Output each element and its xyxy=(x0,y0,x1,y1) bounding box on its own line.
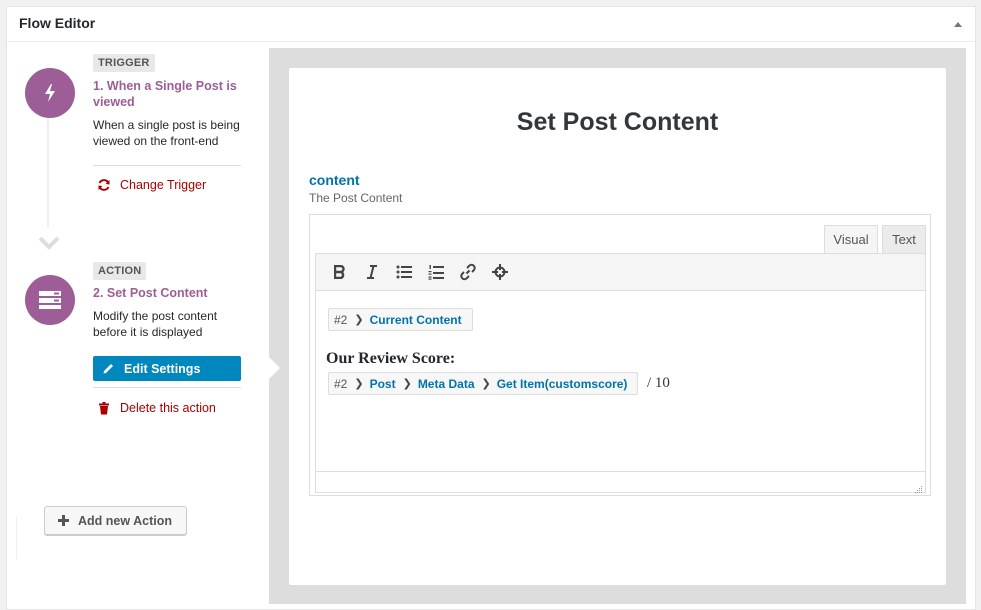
token-segment: Current Content xyxy=(369,312,462,327)
flow-connector-line-bottom xyxy=(16,517,17,559)
divider xyxy=(93,165,241,166)
tab-visual[interactable]: Visual xyxy=(824,225,878,254)
review-score-label: Our Review Score: xyxy=(326,350,456,367)
pencil-icon xyxy=(101,362,115,376)
content-editor: Visual Text #2 ❯ Current Content Our Rev… xyxy=(309,214,931,496)
change-trigger-label: Change Trigger xyxy=(120,178,207,192)
chevron-right-icon: ❯ xyxy=(481,378,491,390)
editor-box: #2 ❯ Current Content Our Review Score: #… xyxy=(315,253,926,493)
current-content-token[interactable]: #2 ❯ Current Content xyxy=(328,308,473,331)
token-segment: Get Item(customscore) xyxy=(496,376,628,391)
trash-icon xyxy=(97,401,111,415)
refresh-icon xyxy=(97,178,111,192)
editor-toolbar xyxy=(316,254,925,291)
edit-settings-label: Edit Settings xyxy=(124,361,201,376)
bullet-list-button[interactable] xyxy=(390,258,418,286)
action-description: Modify the post content before it is dis… xyxy=(93,309,218,339)
custom-score-token[interactable]: #2 ❯ Post ❯ Meta Data ❯ Get Item(customs… xyxy=(328,372,639,395)
chevron-right-icon: ❯ xyxy=(354,378,364,390)
token-step-number: #2 xyxy=(334,312,348,327)
plus-icon xyxy=(57,515,69,527)
change-trigger-link[interactable]: Change Trigger xyxy=(97,178,206,192)
add-new-action-button[interactable]: Add new Action xyxy=(44,506,187,535)
settings-title: Set Post Content xyxy=(516,108,719,136)
lightning-icon xyxy=(25,68,75,118)
italic-button[interactable] xyxy=(358,258,386,286)
token-segment: Post xyxy=(369,376,396,391)
move-button[interactable] xyxy=(486,258,514,286)
chevron-right-icon: ❯ xyxy=(354,314,364,326)
triangle-up-icon[interactable] xyxy=(951,17,965,31)
divider xyxy=(93,387,241,388)
action-tag: ACTION xyxy=(93,262,147,280)
trigger-tag: TRIGGER xyxy=(93,54,155,72)
score-suffix: / 10 xyxy=(647,375,670,391)
content-field-description: The Post Content xyxy=(309,191,403,205)
add-new-action-label: Add new Action xyxy=(78,513,172,528)
settings-pointer xyxy=(269,357,280,379)
action-title: 2. Set Post Content xyxy=(93,286,208,300)
trigger-description: When a single post is being viewed on th… xyxy=(93,118,240,148)
chevron-down-icon xyxy=(38,236,60,255)
link-button[interactable] xyxy=(454,258,482,286)
flow-connector-line xyxy=(47,117,49,227)
delete-action-label: Delete this action xyxy=(120,401,216,415)
content-field-label: content xyxy=(309,172,360,188)
editor-content-area[interactable]: #2 ❯ Current Content Our Review Score: #… xyxy=(316,291,925,471)
chevron-right-icon: ❯ xyxy=(402,378,412,390)
trigger-title: 1. When a Single Post is viewed xyxy=(93,79,237,109)
resize-grip-icon[interactable] xyxy=(914,481,923,493)
delete-action-link[interactable]: Delete this action xyxy=(97,401,216,415)
bold-button[interactable] xyxy=(326,258,354,286)
stack-icon xyxy=(25,275,75,325)
edit-settings-button[interactable]: Edit Settings xyxy=(93,356,241,381)
panel-header: Flow Editor xyxy=(7,7,975,42)
token-segment: Meta Data xyxy=(417,376,475,391)
numbered-list-button[interactable] xyxy=(422,258,450,286)
tab-text[interactable]: Text xyxy=(882,225,926,254)
editor-statusbar xyxy=(316,471,925,493)
flow-editor-panel: Flow Editor TRIGGER 1. When a Single Pos… xyxy=(6,6,976,610)
token-step-number: #2 xyxy=(334,376,348,391)
panel-title: Flow Editor xyxy=(19,15,96,31)
